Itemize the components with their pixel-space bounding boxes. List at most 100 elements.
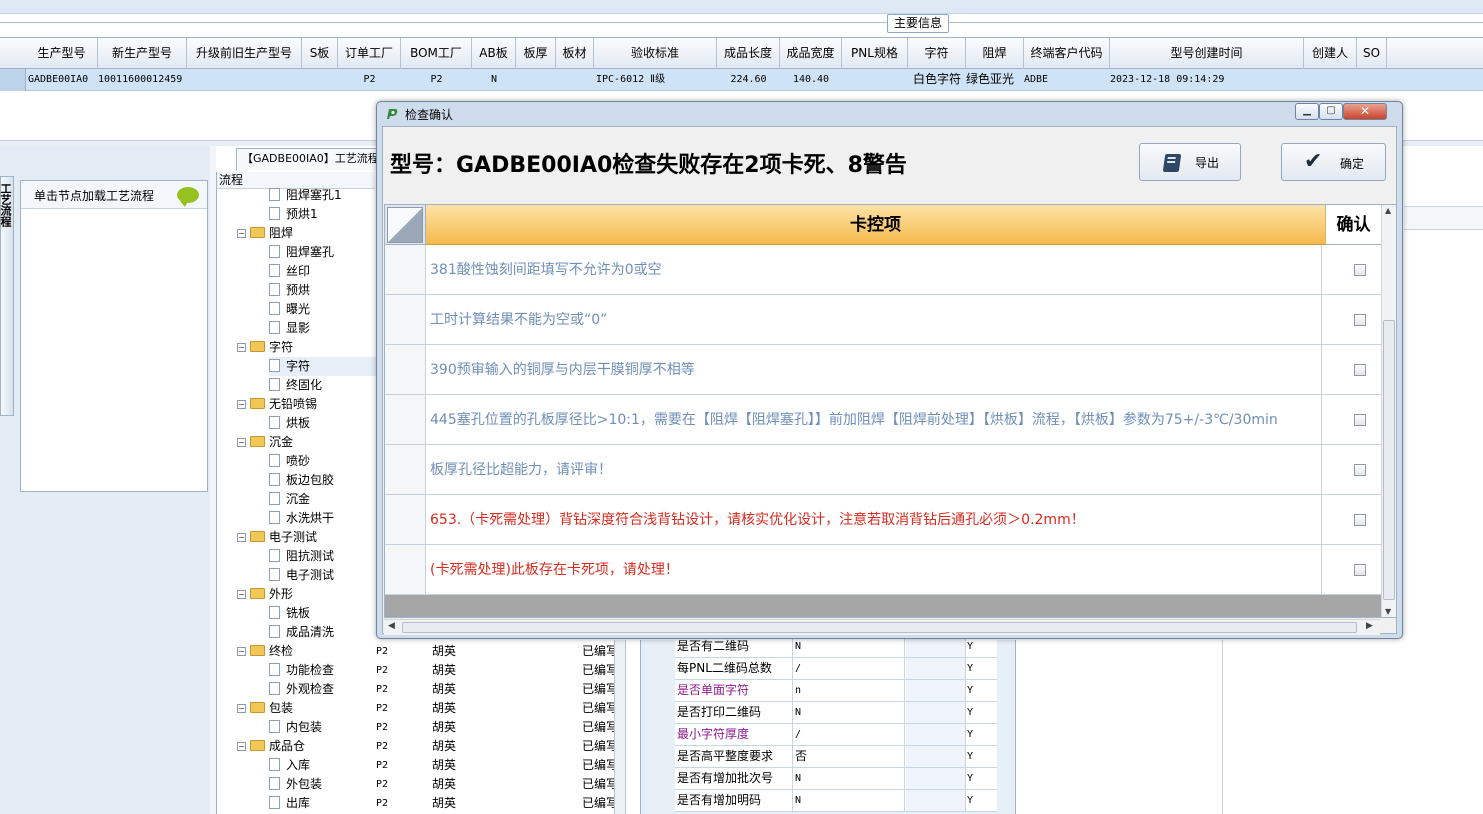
grid-column-header[interactable]: 成品长度 xyxy=(717,38,780,69)
collapse-toggle-icon[interactable]: − xyxy=(237,742,246,751)
control-item-row[interactable]: 工时计算结果不能为空或“0” xyxy=(385,295,1381,345)
parameter-value[interactable]: N xyxy=(795,702,905,723)
tree-leaf-node[interactable]: 沉金 xyxy=(269,490,310,509)
grid-column-header[interactable]: SO xyxy=(1357,38,1387,69)
confirm-checkbox[interactable] xyxy=(1354,414,1366,426)
grid-column-header[interactable]: 验收标准 xyxy=(594,38,717,69)
tree-folder-node[interactable]: − 沉金 xyxy=(237,433,293,452)
confirm-checkbox[interactable] xyxy=(1354,564,1366,576)
tree-leaf-node[interactable]: 阻焊塞孔 xyxy=(269,243,334,262)
tree-leaf-node[interactable]: 喷砂 xyxy=(269,452,310,471)
confirm-checkbox[interactable] xyxy=(1354,264,1366,276)
tree-leaf-node[interactable]: 水洗烘干 xyxy=(269,509,334,528)
column-header-confirm[interactable]: 确认 xyxy=(1326,205,1381,245)
horizontal-scrollbar[interactable]: ◀ ▶ xyxy=(384,619,1380,635)
tree-leaf-node[interactable]: 入库 xyxy=(269,756,310,775)
row-header[interactable] xyxy=(385,395,426,444)
grid-column-header[interactable]: 升级前旧生产型号 xyxy=(187,38,302,69)
tree-leaf-node[interactable]: 显影 xyxy=(269,319,310,338)
tree-folder-node[interactable]: − 电子测试 xyxy=(237,528,317,547)
minimize-button[interactable]: ▁ xyxy=(1295,103,1319,120)
tree-folder-node[interactable]: − 字符 xyxy=(237,338,293,357)
grid-column-header[interactable]: 订单工厂 xyxy=(338,38,401,69)
parameter-value[interactable]: N xyxy=(795,790,905,811)
scroll-up-icon[interactable]: ▲ xyxy=(1385,206,1391,215)
tree-leaf-node[interactable]: 成品清洗 xyxy=(269,623,334,642)
tree-folder-node[interactable]: − 外形 xyxy=(237,585,293,604)
select-all-corner[interactable] xyxy=(385,205,426,245)
parameter-value[interactable]: N xyxy=(795,768,905,789)
scroll-right-icon[interactable]: ▶ xyxy=(1366,621,1373,631)
tree-leaf-node[interactable]: 出库 xyxy=(269,794,310,813)
tree-leaf-node[interactable]: 烘板 xyxy=(269,414,310,433)
tree-leaf-node[interactable]: 终固化 xyxy=(269,376,322,395)
collapse-toggle-icon[interactable]: − xyxy=(237,590,246,599)
row-header[interactable] xyxy=(385,345,426,394)
collapse-toggle-icon[interactable]: − xyxy=(237,438,246,447)
parameter-value[interactable]: N xyxy=(795,636,905,657)
confirm-checkbox[interactable] xyxy=(1354,364,1366,376)
tree-leaf-node[interactable]: 阻抗测试 xyxy=(269,547,334,566)
grid-column-header[interactable]: S板 xyxy=(302,38,338,69)
grid-column-header[interactable]: 成品宽度 xyxy=(780,38,842,69)
tree-leaf-node[interactable]: 丝印 xyxy=(269,262,310,281)
grid-column-header[interactable]: 板厚 xyxy=(516,38,556,69)
column-header-control[interactable]: 卡控项 xyxy=(426,205,1326,245)
control-item-row[interactable]: 板厚孔径比超能力，请评审！ xyxy=(385,445,1381,495)
parameter-row[interactable]: 是否有增加批次号 N Y xyxy=(675,768,997,790)
tree-leaf-node[interactable]: 预烘 xyxy=(269,281,310,300)
vertical-scrollbar[interactable]: ▲ ▼ xyxy=(1381,205,1396,617)
flow-tab[interactable]: 【GADBE00IA0】工艺流程 xyxy=(236,148,385,170)
tree-leaf-node[interactable]: 字符 xyxy=(269,357,376,376)
confirm-checkbox[interactable] xyxy=(1354,314,1366,326)
confirm-checkbox[interactable] xyxy=(1354,514,1366,526)
grid-column-header[interactable]: 终端客户代码 xyxy=(1024,38,1110,69)
tree-leaf-node[interactable]: 功能检查 xyxy=(269,661,334,680)
tree-folder-node[interactable]: − 终检 xyxy=(237,642,293,661)
parameter-row[interactable]: 是否有增加明码 N Y xyxy=(675,790,997,812)
tree-folder-node[interactable]: − 阻焊 xyxy=(237,224,293,243)
vertical-scroll-thumb[interactable] xyxy=(1383,320,1395,600)
control-item-row[interactable]: 653.（卡死需处理）背钻深度符合浅背钻设计，请核实优化设计，注意若取消背钻后通… xyxy=(385,495,1381,545)
process-structure-tab[interactable]: 工艺流程 xyxy=(0,176,14,416)
grid-column-header[interactable]: 型号创建时间 xyxy=(1110,38,1304,69)
collapse-toggle-icon[interactable]: − xyxy=(237,533,246,542)
control-item-row[interactable]: (卡死需处理)此板存在卡死项，请处理！ xyxy=(385,545,1381,595)
tree-leaf-node[interactable]: 预烘1 xyxy=(269,205,318,224)
tree-leaf-node[interactable]: 铣板 xyxy=(269,604,310,623)
row-selector[interactable] xyxy=(0,69,26,91)
collapse-toggle-icon[interactable]: − xyxy=(237,400,246,409)
parameter-value[interactable]: / xyxy=(795,658,905,679)
grid-data-row[interactable]: GADBE00IA0 10011600012459 P2 P2 N IPC-6012 Ⅱ级… xyxy=(0,69,1483,91)
parameter-row[interactable]: 是否单面字符 n Y xyxy=(675,680,997,702)
tree-folder-node[interactable]: − 无铅喷锡 xyxy=(237,395,317,414)
parameter-value[interactable]: / xyxy=(795,724,905,745)
collapse-toggle-icon[interactable]: − xyxy=(237,647,246,656)
row-header[interactable] xyxy=(385,445,426,494)
export-button[interactable]: 导出 xyxy=(1139,143,1241,181)
control-item-row[interactable]: 445塞孔位置的孔板厚径比>10:1，需要在【阻焊【阻焊塞孔】】前加阻焊【阻焊前… xyxy=(385,395,1381,445)
grid-column-header[interactable]: 板材 xyxy=(556,38,594,69)
dialog-titlebar[interactable]: 检查确认 ▁ ▢ ✕ xyxy=(377,102,1402,126)
tree-leaf-node[interactable]: 板边包胶 xyxy=(269,471,334,490)
confirm-checkbox[interactable] xyxy=(1354,464,1366,476)
confirm-button[interactable]: ✔ 确定 xyxy=(1281,143,1386,181)
row-header[interactable] xyxy=(385,245,426,294)
maximize-button[interactable]: ▢ xyxy=(1319,103,1343,120)
tree-leaf-node[interactable]: 外观检查 xyxy=(269,680,334,699)
grid-column-header[interactable]: BOM工厂 xyxy=(401,38,472,69)
grid-column-header[interactable]: 创建人 xyxy=(1304,38,1357,69)
scroll-down-icon[interactable]: ▼ xyxy=(1385,607,1391,616)
parameter-value[interactable]: n xyxy=(795,680,905,701)
grid-column-header[interactable]: AB板 xyxy=(472,38,516,69)
grid-column-header[interactable]: 新生产型号 xyxy=(98,38,187,69)
horizontal-scroll-thumb[interactable] xyxy=(402,622,1357,633)
parameter-row[interactable]: 最小字符厚度 / Y xyxy=(675,724,997,746)
control-item-row[interactable]: 390预审输入的铜厚与内层干膜铜厚不相等 xyxy=(385,345,1381,395)
tree-folder-node[interactable]: − 包装 xyxy=(237,699,293,718)
grid-column-header[interactable]: 生产型号 xyxy=(26,38,98,69)
collapse-toggle-icon[interactable]: − xyxy=(237,229,246,238)
tree-leaf-node[interactable]: 内包装 xyxy=(269,718,322,737)
middle-splitter[interactable] xyxy=(614,640,626,814)
row-header[interactable] xyxy=(385,495,426,544)
